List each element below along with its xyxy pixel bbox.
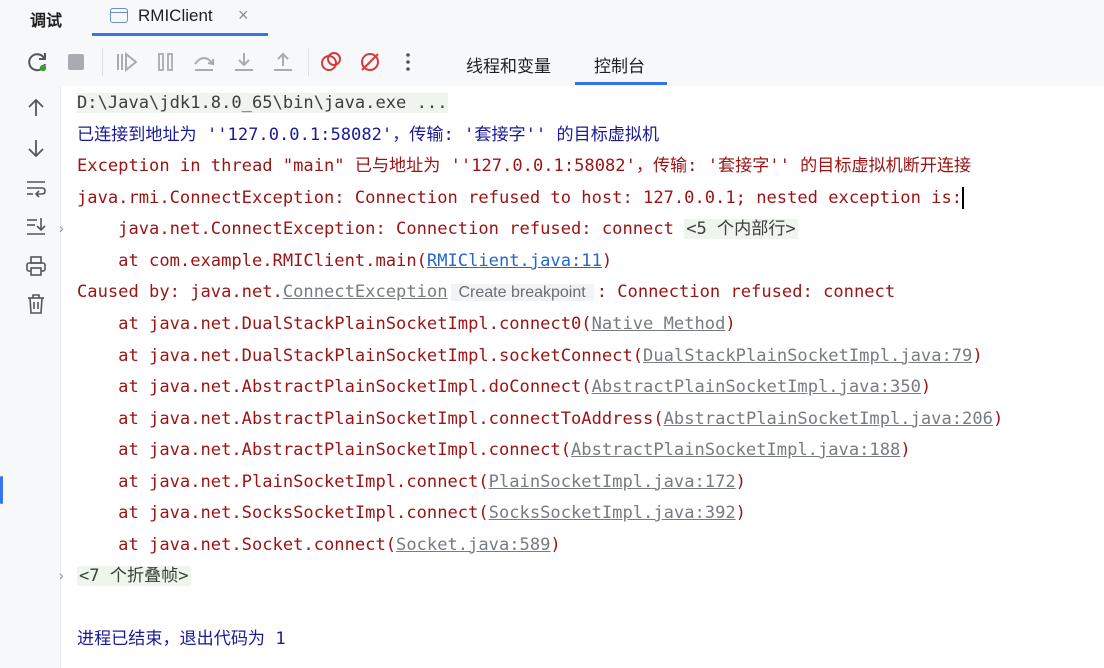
stack-frame-line: at java.net.DualStackPlainSocketImpl.con… xyxy=(77,314,736,334)
folded-frames[interactable]: <7 个折叠帧> xyxy=(77,566,191,586)
stack-frame-line: at java.net.AbstractPlainSocketImpl.doCo… xyxy=(77,377,932,397)
stack-frame-line: at java.net.AbstractPlainSocketImpl.conn… xyxy=(77,440,911,460)
pause-icon[interactable] xyxy=(154,50,178,74)
arrow-up-icon[interactable] xyxy=(24,96,48,120)
soft-wrap-icon[interactable] xyxy=(24,176,48,200)
source-link[interactable]: AbstractPlainSocketImpl.java:206 xyxy=(664,409,993,429)
tool-window-header: 调试 RMIClient × xyxy=(0,0,1104,36)
console-line-rmi-exception: java.rmi.ConnectException: Connection re… xyxy=(77,187,965,209)
console-tab-underline xyxy=(575,82,667,85)
text-caret xyxy=(962,187,965,209)
arrow-down-icon[interactable] xyxy=(24,136,48,160)
toolbar-separator xyxy=(308,48,309,76)
console-line-exit: 进程已结束，退出代码为 1 xyxy=(77,629,286,649)
source-link[interactable]: Native Method xyxy=(592,314,726,334)
debug-toolbar: 线程和变量 控制台 xyxy=(0,36,1104,87)
resume-icon[interactable] xyxy=(114,50,138,74)
tab-console[interactable]: 控制台 xyxy=(594,52,645,77)
stack-frame-line: at java.net.PlainSocketImpl.connect(Plai… xyxy=(77,471,746,492)
console-gutter xyxy=(0,86,61,668)
run-config-icon xyxy=(110,8,128,23)
toolbar-separator xyxy=(102,48,103,76)
stack-frame-line: at java.net.Socket.connect(Socket.java:5… xyxy=(77,534,561,555)
stack-frame-line: at java.net.SocksSocketImpl.connect(Sock… xyxy=(77,503,746,523)
print-icon[interactable] xyxy=(24,254,48,278)
console-line-main-frame: at com.example.RMIClient.main(RMIClient.… xyxy=(77,251,613,271)
stack-frame-line: at java.net.AbstractPlainSocketImpl.conn… xyxy=(77,408,1004,429)
create-breakpoint-hint[interactable]: Create breakpoint xyxy=(450,284,594,301)
source-link[interactable]: AbstractPlainSocketImpl.java:350 xyxy=(592,377,921,397)
exit-code: 1 xyxy=(275,629,286,649)
console-line-connected: 已连接到地址为 ''127.0.0.1:58082'，传输: '套接字'' 的目… xyxy=(77,125,660,145)
console-line-exception-thread: Exception in thread "main" 已与地址为 ''127.0… xyxy=(77,156,972,176)
active-indicator xyxy=(0,476,3,504)
console-line-folded: <7 个折叠帧> xyxy=(77,562,191,590)
source-link[interactable]: SocksSocketImpl.java:392 xyxy=(489,503,736,523)
view-breakpoints-icon[interactable] xyxy=(319,50,343,74)
inner-frames-fold[interactable]: <5 个内部行> xyxy=(684,219,798,239)
mute-breakpoints-icon[interactable] xyxy=(358,50,382,74)
stack-frame-line: at java.net.DualStackPlainSocketImpl.soc… xyxy=(77,345,983,366)
rerun-icon[interactable] xyxy=(26,50,50,74)
source-link[interactable]: Socket.java:589 xyxy=(396,535,550,555)
trash-icon[interactable] xyxy=(24,292,48,316)
source-link[interactable]: RMIClient.java:11 xyxy=(427,251,602,271)
more-icon[interactable] xyxy=(396,50,420,74)
tab-label: RMIClient xyxy=(138,6,213,25)
scroll-to-end-icon[interactable] xyxy=(24,214,48,238)
source-link[interactable]: PlainSocketImpl.java:172 xyxy=(489,472,736,492)
exception-class-link[interactable]: ConnectException xyxy=(283,282,448,302)
tool-window-title: 调试 xyxy=(30,13,63,30)
console-output[interactable]: D:\Java\jdk1.8.0_65\bin\java.exe ... 已连接… xyxy=(59,86,1104,668)
step-into-icon[interactable] xyxy=(232,50,256,74)
tab-threads-variables[interactable]: 线程和变量 xyxy=(466,52,551,77)
stop-icon[interactable] xyxy=(64,50,88,74)
close-icon[interactable]: × xyxy=(238,5,249,26)
step-out-icon[interactable] xyxy=(271,50,295,74)
source-link[interactable]: DualStackPlainSocketImpl.java:79 xyxy=(643,346,972,366)
expand-chevron-icon[interactable]: › xyxy=(59,220,64,236)
console-line-net-exception: java.net.ConnectException: Connection re… xyxy=(77,219,798,239)
console-line-caused-by: Caused by: java.net.ConnectException Crea… xyxy=(77,282,896,302)
source-link[interactable]: AbstractPlainSocketImpl.java:188 xyxy=(571,440,900,460)
step-over-icon[interactable] xyxy=(192,50,216,74)
console-line-command: D:\Java\jdk1.8.0_65\bin\java.exe ... xyxy=(77,93,448,113)
tab-rmiclient[interactable]: RMIClient × xyxy=(92,0,268,36)
expand-chevron-icon[interactable]: › xyxy=(59,567,64,583)
